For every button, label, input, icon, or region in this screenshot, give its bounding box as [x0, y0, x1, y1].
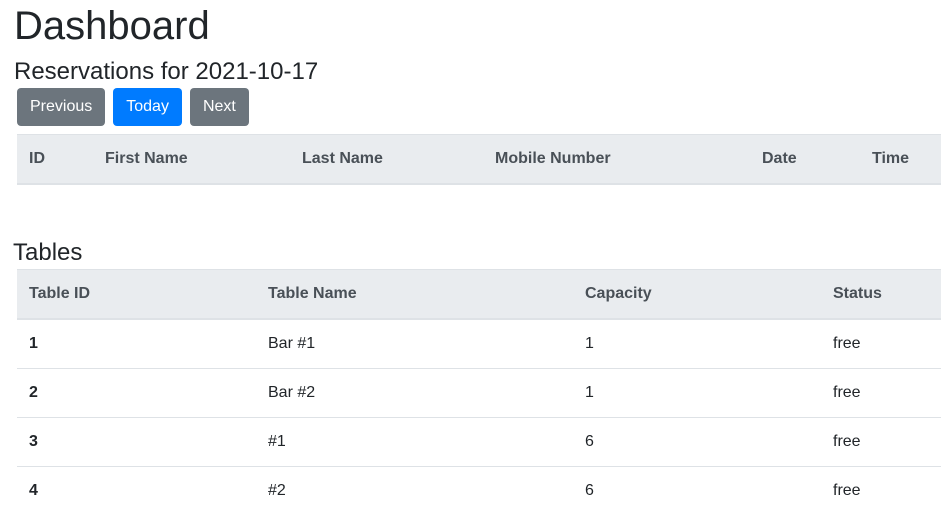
table-capacity-cell: 1	[573, 368, 821, 418]
today-button[interactable]: Today	[113, 88, 182, 126]
column-header-capacity: Capacity	[573, 269, 821, 320]
column-header-first-name: First Name	[93, 134, 290, 185]
table-status-cell: free	[821, 318, 941, 369]
reservations-date-heading: Reservations for 2021-10-17	[14, 58, 319, 85]
column-header-time: Time	[860, 134, 941, 185]
table-capacity-cell: 6	[573, 466, 821, 515]
table-capacity-cell: 1	[573, 318, 821, 369]
column-header-date: Date	[750, 134, 860, 185]
table-row: 3 #1 6 free	[17, 417, 941, 467]
previous-button[interactable]: Previous	[17, 88, 106, 126]
table-id-cell: 1	[17, 318, 256, 369]
table-id-cell: 2	[17, 368, 256, 418]
table-id-cell: 3	[17, 417, 256, 467]
column-header-table-name: Table Name	[256, 269, 573, 320]
reservations-table: ID First Name Last Name Mobile Number Da…	[17, 134, 941, 185]
column-header-mobile-number: Mobile Number	[483, 134, 750, 185]
table-row: 4 #2 6 free	[17, 466, 941, 515]
table-row: 2 Bar #2 1 free	[17, 368, 941, 418]
column-header-status: Status	[821, 269, 941, 320]
column-header-id: ID	[17, 134, 93, 185]
page-title: Dashboard	[14, 4, 210, 48]
next-button[interactable]: Next	[189, 88, 249, 126]
table-capacity-cell: 6	[573, 417, 821, 467]
table-id-cell: 4	[17, 466, 256, 515]
tables-header-row: Table ID Table Name Capacity Status	[17, 269, 941, 320]
tables-heading: Tables	[13, 239, 83, 266]
table-status-cell: free	[821, 466, 941, 515]
reservations-header-row: ID First Name Last Name Mobile Number Da…	[17, 134, 941, 185]
table-name-cell: Bar #1	[256, 318, 573, 369]
table-name-cell: #2	[256, 466, 573, 515]
dashboard-page: Dashboard Reservations for 2021-10-17 Pr…	[0, 0, 941, 521]
tables-table: Table ID Table Name Capacity Status 1 Ba…	[17, 269, 941, 515]
date-navigation: Previous Today Next	[17, 88, 249, 126]
table-name-cell: #1	[256, 417, 573, 467]
table-name-cell: Bar #2	[256, 368, 573, 418]
column-header-last-name: Last Name	[290, 134, 483, 185]
table-status-cell: free	[821, 417, 941, 467]
column-header-table-id: Table ID	[17, 269, 256, 320]
table-row: 1 Bar #1 1 free	[17, 318, 941, 369]
table-status-cell: free	[821, 368, 941, 418]
